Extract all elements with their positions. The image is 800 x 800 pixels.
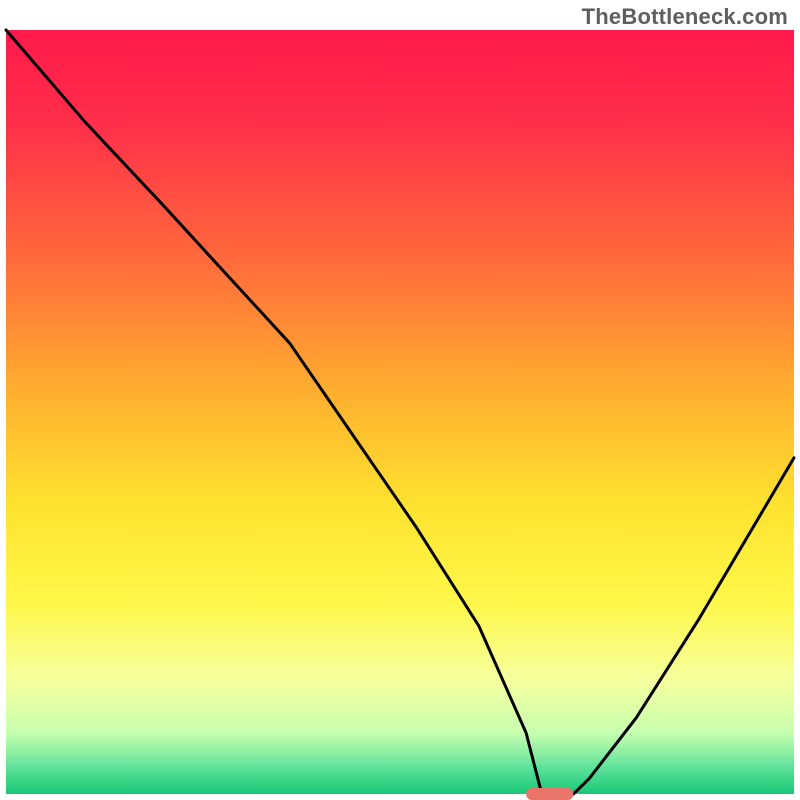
optimal-range-marker — [526, 788, 573, 800]
bottleneck-plot — [0, 0, 800, 800]
plot-background — [6, 30, 794, 794]
chart-stage: TheBottleneck.com — [0, 0, 800, 800]
watermark-text: TheBottleneck.com — [582, 4, 788, 30]
